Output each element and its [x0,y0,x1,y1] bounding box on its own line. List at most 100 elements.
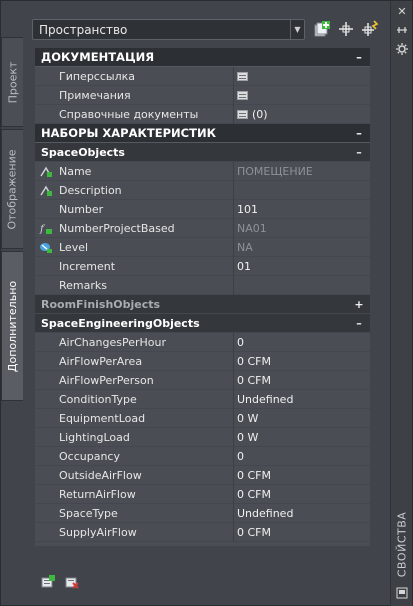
property-row-occupancy[interactable]: Occupancy 0 [35,446,370,466]
style-dropdown[interactable]: Пространство ▼ [32,19,305,40]
property-name: NumberProjectBased [57,218,234,238]
collapse-toggle[interactable]: – [354,146,364,159]
quick-select-icon[interactable] [361,20,379,38]
property-name: Name [57,161,234,181]
property-name: SupplyAirFlow [57,522,234,542]
property-value[interactable]: (0) [234,105,370,124]
property-name: Примечания [57,85,234,105]
property-name: Справочные документы [57,104,234,124]
tab-project[interactable]: Проект [1,37,23,127]
property-name: OutsideAirFlow [57,465,234,485]
property-value[interactable]: 0 CFM [234,485,370,504]
collapse-toggle[interactable]: – [354,50,364,64]
palette-tabs: Проект Отображение Дополнительно [1,37,23,401]
property-set-title: SpaceEngineeringObjects [41,316,200,330]
property-row-airflowperperson[interactable]: AirFlowPerPerson 0 CFM [35,370,370,390]
add-property-set-icon[interactable] [313,20,331,38]
palette-title: СВОЙСТВА [395,511,409,577]
properties-palette: Пространство ▼ Проект Отображение Дополн… [0,0,413,606]
properties-panel-icon[interactable] [395,587,409,601]
category-documentation[interactable]: ДОКУМЕНТАЦИЯ – [35,48,370,67]
property-value[interactable] [234,181,370,200]
property-value[interactable]: 01 [234,257,370,276]
tab-label: Проект [6,61,19,103]
property-value[interactable]: 0 [234,447,370,466]
property-row-numberprojectbased[interactable]: f NumberProjectBased NA01 [35,218,370,238]
property-name: SpaceType [57,503,234,523]
property-value[interactable]: Undefined [234,504,370,523]
property-set-roomfinishobjects[interactable]: RoomFinishObjects + [35,295,370,314]
select-objects-icon[interactable] [337,20,355,38]
property-value[interactable]: 0 CFM [234,371,370,390]
property-set-title: SpaceObjects [41,145,125,159]
property-row-airchangesperhour[interactable]: AirChangesPerHour 0 [35,332,370,352]
properties-grid: ДОКУМЕНТАЦИЯ – Гиперссылка Примечания Сп… [35,48,370,546]
property-name: Remarks [57,275,234,295]
property-row-remarks[interactable]: Remarks [35,275,370,295]
property-row-outsideairflow[interactable]: OutsideAirFlow 0 CFM [35,465,370,485]
edit-list-icon[interactable] [237,109,248,119]
formula-icon [40,166,52,177]
edit-list-icon[interactable] [237,90,248,100]
collapse-toggle[interactable]: – [354,126,364,140]
property-value[interactable]: 0 W [234,409,370,428]
property-row-name[interactable]: Name ПОМЕЩЕНИЕ [35,161,370,181]
auto-hide-icon[interactable] [395,24,409,38]
svg-text:f: f [39,224,46,235]
property-row-increment[interactable]: Increment 01 [35,256,370,276]
property-value[interactable] [234,276,370,295]
property-row-hyperlink[interactable]: Гиперссылка [35,66,370,86]
category-title: НАБОРЫ ХАРАКТЕРИСТИК [41,126,216,140]
function-icon: f [39,224,52,235]
palette-title-bar: ✕ СВОЙСТВА [390,1,412,606]
tab-label: Отображение [6,148,19,230]
property-value[interactable]: Undefined [234,390,370,409]
property-name: LightingLoad [57,427,234,447]
property-value[interactable]: 0 [234,333,370,352]
property-row-lightingload[interactable]: LightingLoad 0 W [35,427,370,447]
property-name: EquipmentLoad [57,408,234,428]
property-name: ConditionType [57,389,234,409]
property-row-spacetype[interactable]: SpaceType Undefined [35,503,370,523]
chevron-down-icon: ▼ [290,20,304,39]
property-value[interactable]: 101 [234,200,370,219]
property-name: AirFlowPerPerson [57,370,234,390]
remove-property-sets-icon[interactable] [65,575,79,589]
property-value[interactable]: 0 W [234,428,370,447]
property-value[interactable] [234,67,370,86]
property-value[interactable]: 0 CFM [234,466,370,485]
formula-icon [40,185,52,196]
tab-label: Дополнительно [6,280,20,372]
tab-extended-data[interactable]: Дополнительно [1,251,23,401]
property-set-spaceobjects[interactable]: SpaceObjects – [35,143,370,162]
tab-display[interactable]: Отображение [1,129,23,249]
settings-icon[interactable] [395,43,409,57]
property-name: Level [57,237,234,257]
property-name: AirFlowPerArea [57,351,234,371]
property-name: Occupancy [57,446,234,466]
property-value[interactable]: 0 CFM [234,523,370,542]
add-property-sets-icon[interactable] [41,575,55,589]
property-row-equipmentload[interactable]: EquipmentLoad 0 W [35,408,370,428]
bottom-toolbar [41,575,79,589]
property-value: NA [237,240,253,254]
category-title: ДОКУМЕНТАЦИЯ [41,50,155,64]
property-row-supplyairflow[interactable]: SupplyAirFlow 0 CFM [35,522,370,542]
property-set-spaceengineeringobjects[interactable]: SpaceEngineeringObjects – [35,314,370,333]
property-row-reference-docs[interactable]: Справочные документы (0) [35,104,370,124]
expand-toggle[interactable]: + [354,298,364,311]
property-value[interactable]: 0 CFM [234,352,370,371]
property-row-number[interactable]: Number 101 [35,199,370,219]
property-row-level[interactable]: Level NA [35,237,370,257]
property-row-description[interactable]: Description [35,180,370,200]
edit-list-icon[interactable] [237,71,248,81]
close-icon[interactable]: ✕ [395,5,409,19]
property-value: NA01 [237,221,267,235]
property-row-notes[interactable]: Примечания [35,85,370,105]
property-row-returnairflow[interactable]: ReturnAirFlow 0 CFM [35,484,370,504]
property-row-airflowperarea[interactable]: AirFlowPerArea 0 CFM [35,351,370,371]
category-property-sets[interactable]: НАБОРЫ ХАРАКТЕРИСТИК – [35,124,370,143]
property-value[interactable] [234,86,370,105]
collapse-toggle[interactable]: – [354,317,364,330]
property-row-conditiontype[interactable]: ConditionType Undefined [35,389,370,409]
